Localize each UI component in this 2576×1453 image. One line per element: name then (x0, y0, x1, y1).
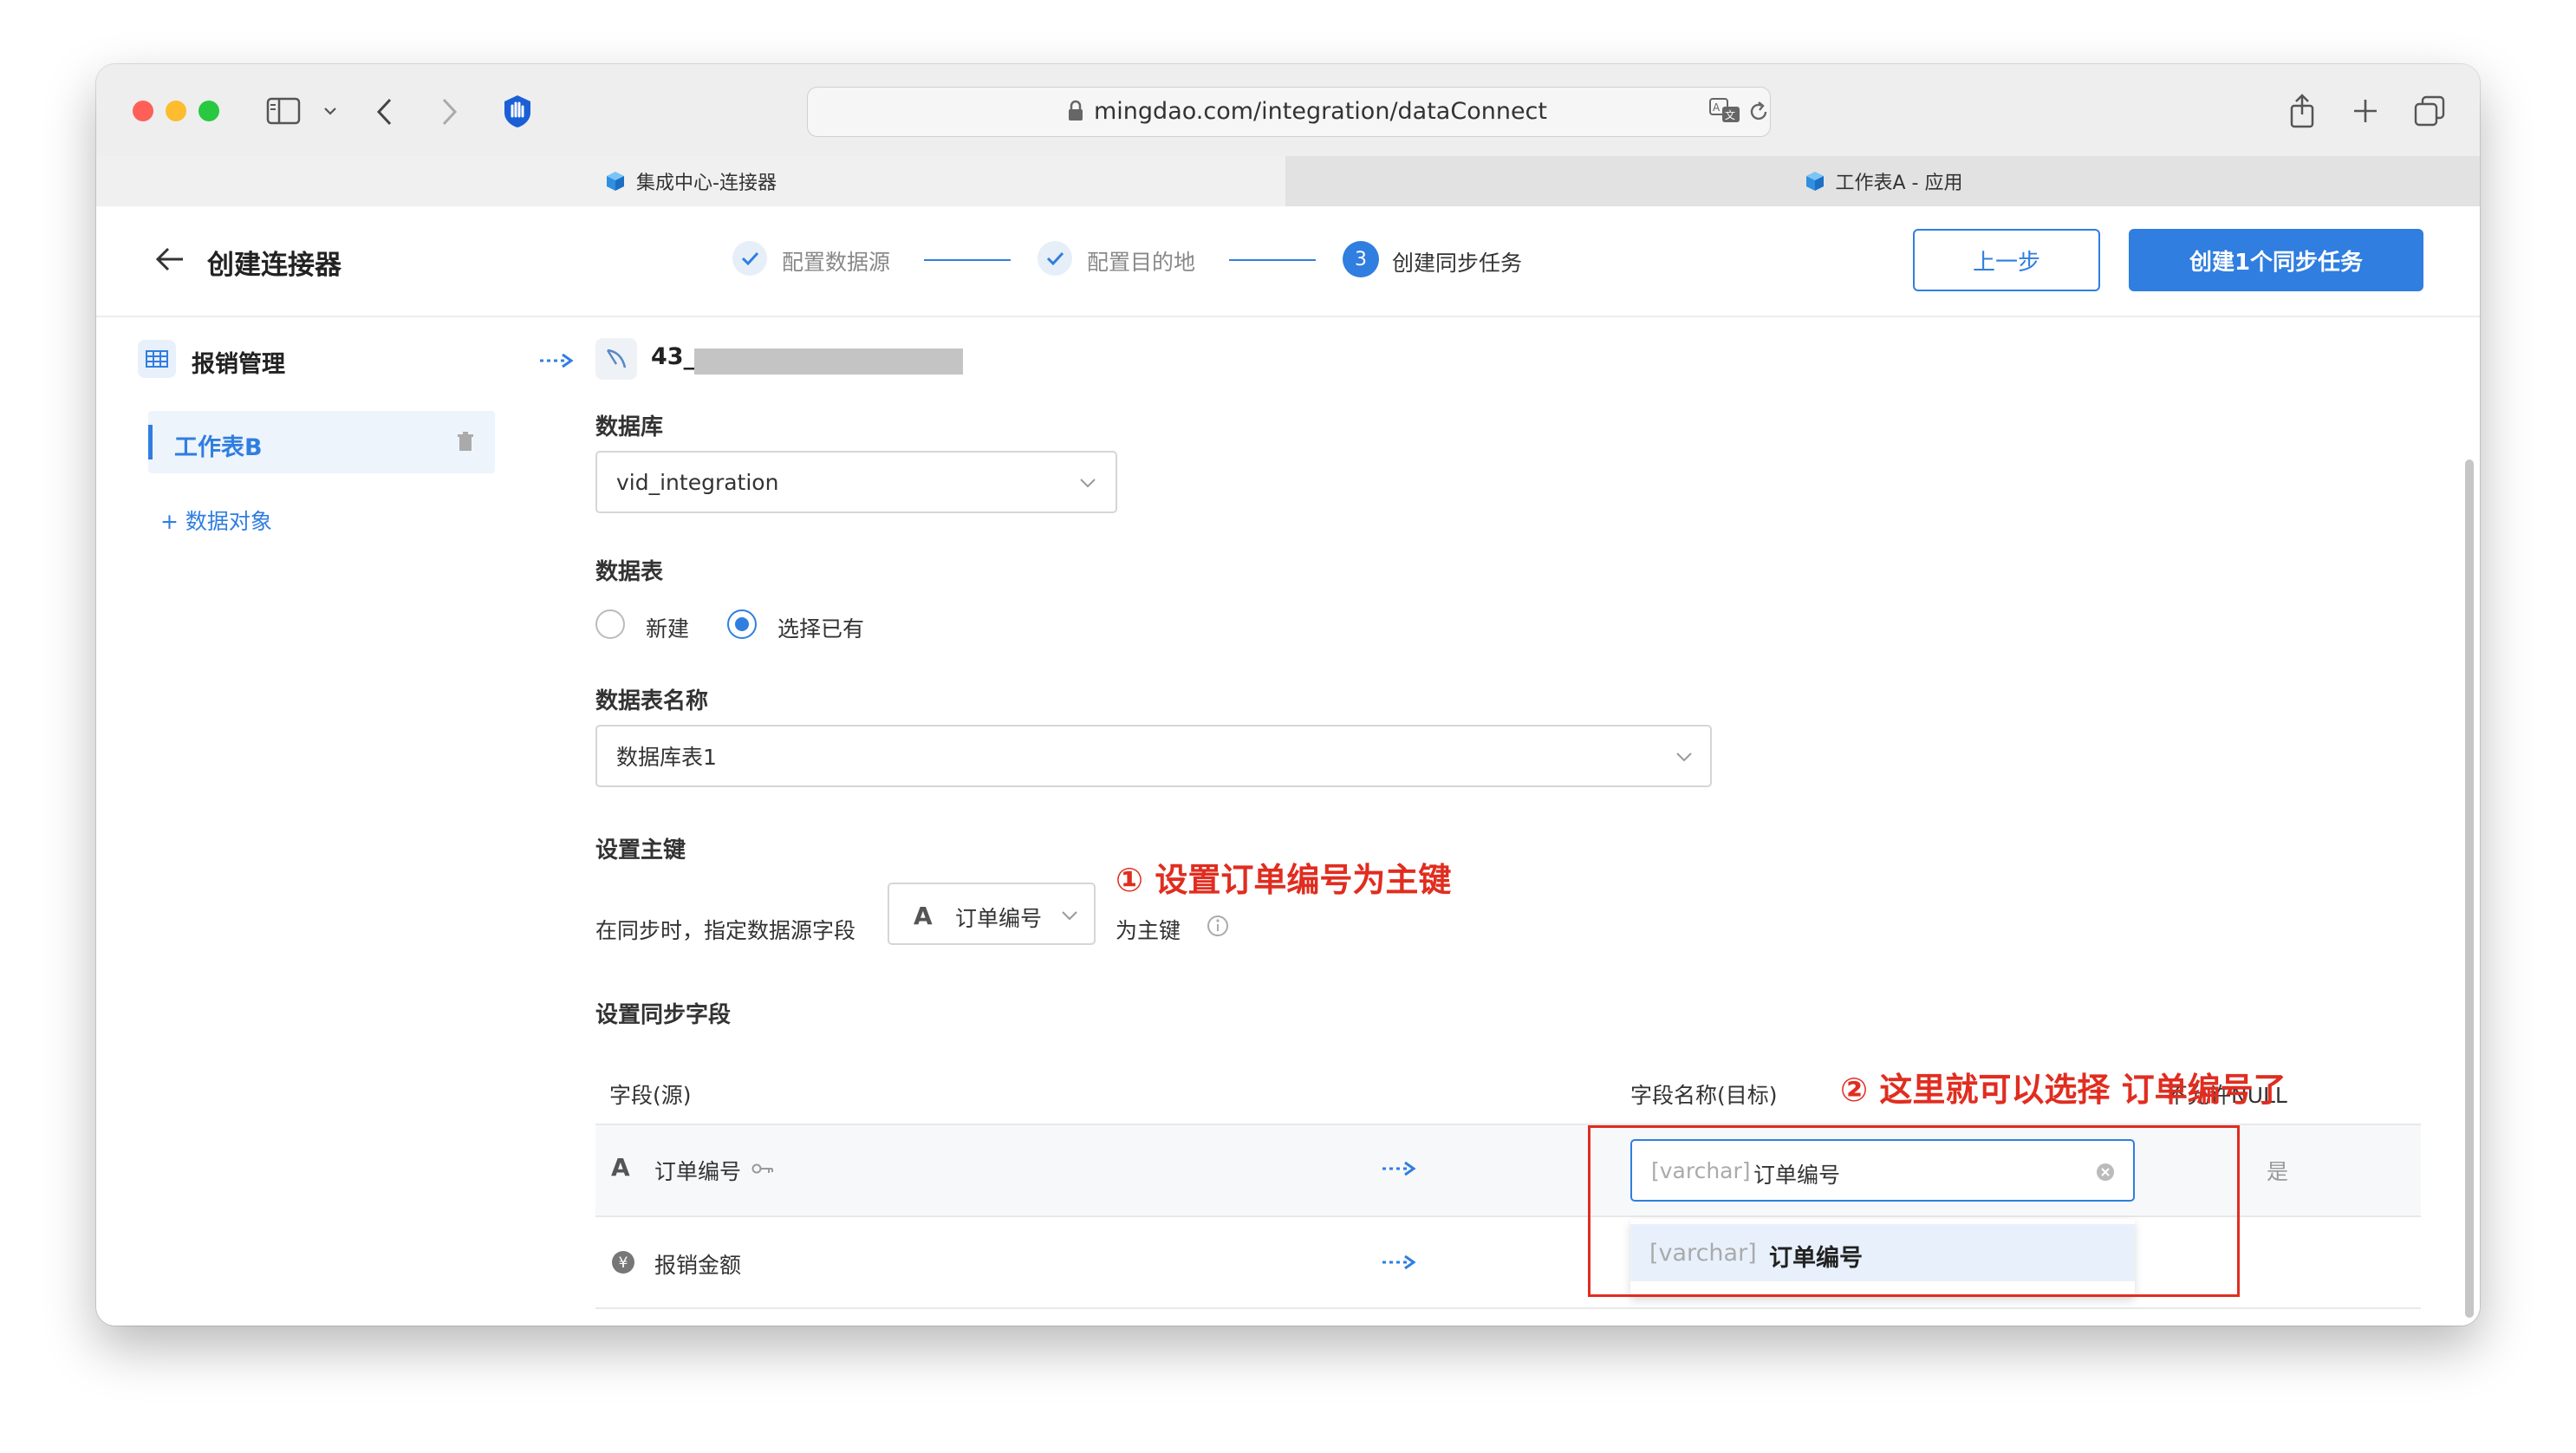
step-connector (1229, 259, 1316, 261)
annotation-note-1: ① 设置订单编号为主键 (1116, 861, 1452, 899)
database-label: 数据库 (595, 414, 664, 440)
table-icon (138, 340, 176, 378)
create-sync-task-button[interactable]: 创建1个同步任务 (2129, 229, 2423, 291)
primary-key-field-value: 订单编号 (955, 906, 1043, 931)
step-2-check (1038, 241, 1072, 276)
connection-icon (595, 338, 637, 380)
url-text: mingdao.com/integration/dataConnect (1094, 98, 1547, 125)
step-3-label: 创建同步任务 (1392, 251, 1523, 276)
source-name: 报销管理 (192, 351, 285, 378)
zoom-window-button[interactable] (198, 101, 219, 121)
source-sidebar: 报销管理 工作表B + 数据对象 (138, 316, 606, 576)
table-label: 数据表 (595, 559, 664, 585)
radio-new[interactable] (595, 609, 625, 639)
share-icon[interactable] (2287, 94, 2318, 128)
flow-arrow-icon (1382, 1254, 1416, 1270)
sidebar-toggle-icon[interactable] (266, 97, 301, 125)
check-icon (1046, 251, 1064, 266)
key-icon (751, 1163, 773, 1174)
radio-select-existing[interactable] (727, 609, 757, 639)
active-indicator (148, 425, 153, 459)
page-title: 创建连接器 (207, 250, 342, 281)
currency-icon: ¥ (612, 1251, 634, 1274)
app-cube-icon (607, 172, 625, 191)
tab-overview-icon[interactable] (2414, 95, 2445, 127)
hand-extension-icon[interactable] (500, 94, 535, 128)
primary-key-label: 设置主键 (595, 837, 686, 863)
translate-icon[interactable]: A 文 (1709, 98, 1742, 124)
primary-key-prefix: 在同步时，指定数据源字段 (595, 918, 856, 943)
tab-integration-center[interactable]: 集成中心-连接器 (96, 156, 1285, 206)
check-icon (741, 251, 759, 266)
chevron-down-icon[interactable] (323, 106, 337, 116)
radio-existing-label: 选择已有 (777, 616, 865, 642)
step-connector (924, 259, 1011, 261)
text-type-icon: A (611, 1153, 630, 1182)
table-divider (595, 1307, 2421, 1309)
page-content: 创建连接器 配置数据源 配置目的地 3 创建同步任务 上一步 创建1个同步任务 (96, 206, 2480, 1326)
database-value: vid_integration (616, 469, 779, 495)
reload-icon[interactable] (1747, 100, 1770, 124)
chevron-down-icon (1080, 479, 1096, 488)
step-1-label: 配置数据源 (782, 250, 891, 275)
column-header-source: 字段(源) (609, 1083, 692, 1108)
tab-bar: 集成中心-连接器 工作表A - 应用 (96, 156, 2480, 207)
step-1-check (732, 241, 767, 276)
lock-icon (1069, 100, 1083, 121)
table-name-label: 数据表名称 (595, 688, 709, 714)
new-tab-icon[interactable] (2352, 97, 2379, 125)
config-form: 43_ 数据库 vid_integration 数据表 新建 选择已有 数据表名… (595, 316, 2433, 1326)
title-bar: mingdao.com/integration/dataConnect A 文 (96, 64, 2480, 156)
tab-label: 工作表A - 应用 (1835, 173, 1963, 194)
tab-label: 集成中心-连接器 (636, 173, 777, 194)
step-3-number: 3 (1343, 241, 1379, 277)
redacted-block (694, 349, 963, 375)
connection-name: 43_ (651, 343, 696, 370)
worksheet-item[interactable]: 工作表B (148, 411, 495, 473)
flow-arrow-icon (1382, 1161, 1416, 1176)
app-cube-icon (1805, 172, 1824, 191)
trash-icon[interactable] (457, 432, 474, 453)
primary-key-suffix: 为主键 (1116, 918, 1181, 943)
radio-dot (735, 617, 749, 631)
address-bar[interactable]: mingdao.com/integration/dataConnect A 文 (807, 87, 1771, 137)
annotation-note-2: ② 这里就可以选择 订单编号了 (1840, 1071, 2287, 1109)
chevron-down-icon (1676, 753, 1692, 762)
step-2-label: 配置目的地 (1087, 250, 1196, 275)
tab-worksheet-a[interactable]: 工作表A - 应用 (1287, 156, 2480, 206)
source-item[interactable]: 报销管理 (138, 336, 502, 381)
radio-new-label: 新建 (646, 616, 690, 642)
svg-text:¥: ¥ (619, 1254, 628, 1272)
chevron-down-icon (1062, 911, 1077, 921)
flow-arrow-icon (540, 353, 574, 368)
source-field-name: 订单编号 (654, 1159, 742, 1184)
close-window-button[interactable] (133, 101, 153, 121)
sync-fields-label: 设置同步字段 (595, 1002, 732, 1028)
source-field-name: 报销金额 (654, 1253, 742, 1278)
previous-step-button[interactable]: 上一步 (1913, 229, 2100, 291)
forward-nav-icon[interactable] (439, 97, 459, 127)
database-select[interactable]: vid_integration (595, 451, 1117, 513)
primary-key-field-select[interactable]: A 订单编号 (888, 883, 1096, 945)
page-header: 创建连接器 配置数据源 配置目的地 3 创建同步任务 上一步 创建1个同步任务 (96, 206, 2480, 317)
column-header-target: 字段名称(目标) (1630, 1083, 1778, 1108)
table-name-select[interactable]: 数据库表1 (595, 725, 1712, 787)
browser-window: mingdao.com/integration/dataConnect A 文 (96, 64, 2480, 1326)
back-nav-icon[interactable] (375, 97, 394, 127)
table-name-value: 数据库表1 (616, 745, 717, 770)
minimize-window-button[interactable] (166, 101, 186, 121)
svg-text:文: 文 (1725, 108, 1735, 121)
worksheet-name: 工作表B (174, 434, 263, 461)
annotation-highlight-box (1588, 1125, 2240, 1297)
add-data-object-link[interactable]: + 数据对象 (160, 505, 272, 536)
info-icon[interactable] (1206, 914, 1230, 938)
scrollbar-thumb[interactable] (2465, 459, 2474, 1318)
not-null-value: 是 (2267, 1159, 2289, 1184)
text-type-icon: A (914, 902, 933, 930)
back-arrow-icon[interactable] (155, 246, 185, 272)
svg-text:A: A (1713, 101, 1721, 114)
